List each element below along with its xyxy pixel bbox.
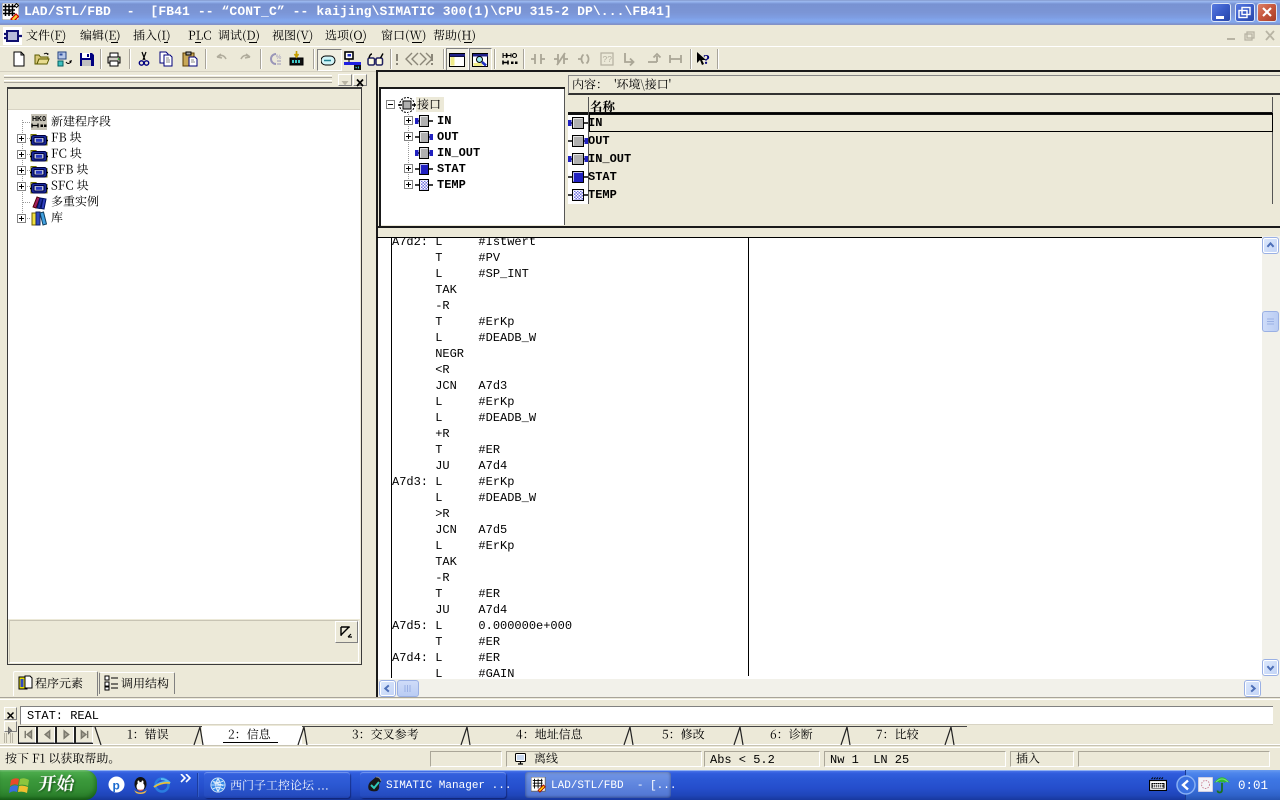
svg-text:??: ?? — [603, 54, 613, 64]
svg-text:p: p — [113, 779, 120, 793]
svg-text:%: % — [276, 55, 282, 61]
svg-text:HK0: HK0 — [32, 116, 46, 123]
svg-text:?: ? — [703, 53, 710, 68]
